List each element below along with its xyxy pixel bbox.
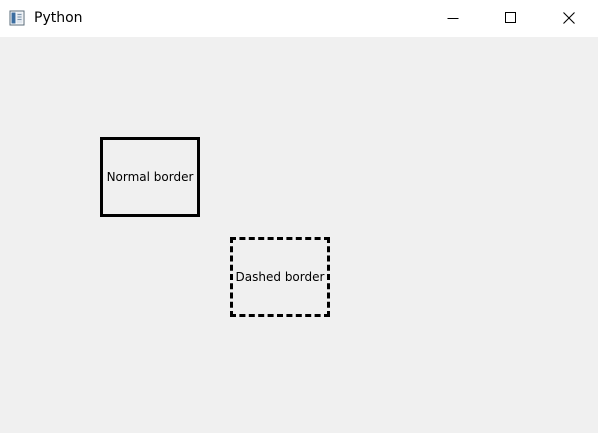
minimize-button[interactable]	[430, 0, 476, 37]
python-window-icon[interactable]	[9, 10, 25, 26]
window-title: Python	[34, 10, 83, 26]
client-area: Normal border Dashed border	[0, 37, 598, 433]
close-button[interactable]	[546, 0, 592, 37]
app-window: Python Normal border Dashed border	[0, 0, 598, 433]
maximize-button[interactable]	[488, 0, 534, 37]
dashed-border-label: Dashed border	[230, 237, 330, 317]
maximize-icon	[505, 9, 517, 28]
title-bar[interactable]: Python	[0, 0, 598, 37]
minimize-icon	[447, 9, 459, 28]
normal-border-label: Normal border	[100, 137, 200, 217]
close-icon	[563, 9, 575, 28]
